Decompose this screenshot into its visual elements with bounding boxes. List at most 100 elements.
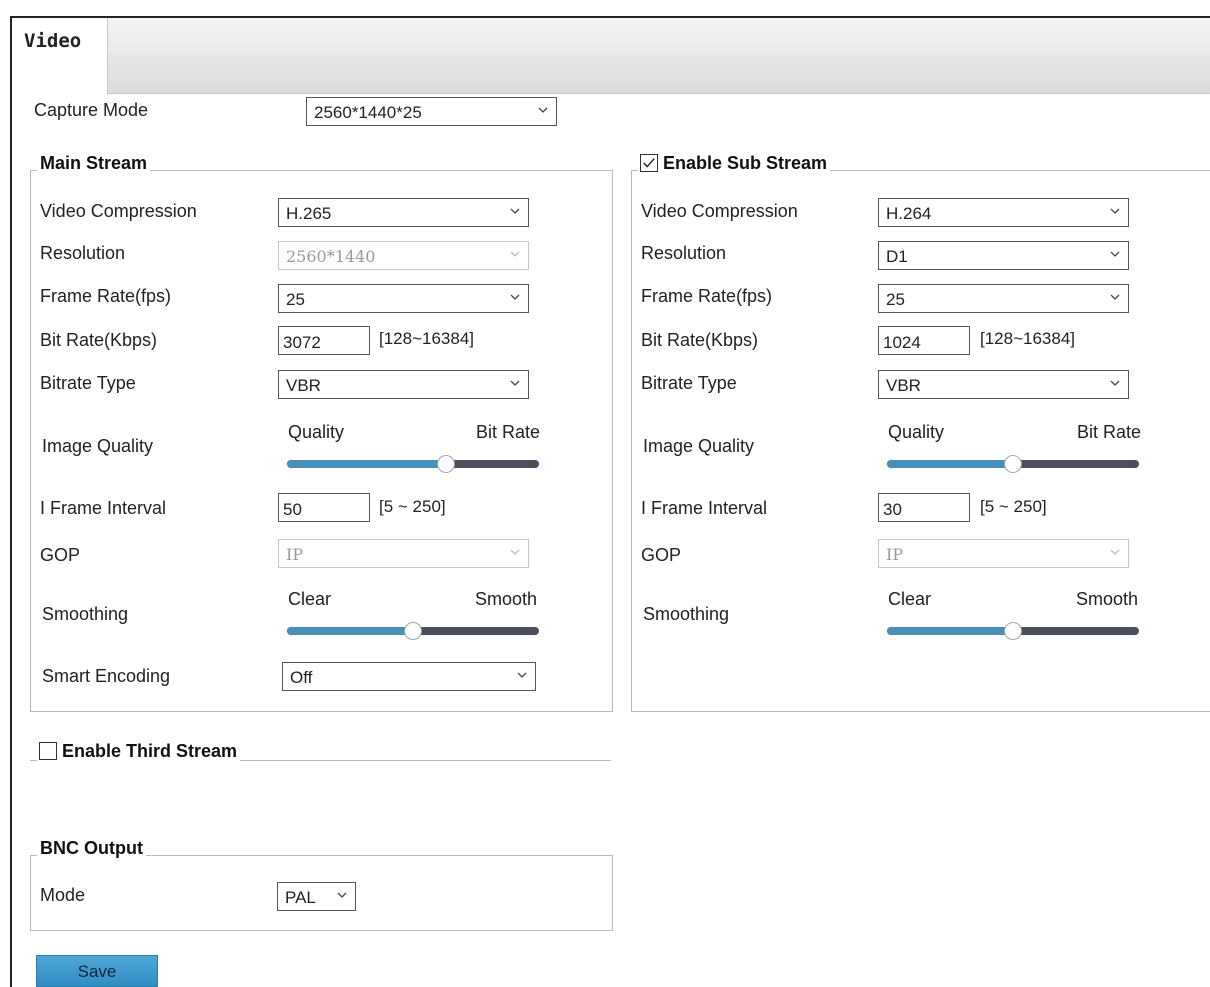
bnc-mode-value: PAL bbox=[285, 888, 316, 907]
sub-bit-rate-range: [128~16384] bbox=[980, 329, 1076, 348]
third-stream-legend: Enable Third Stream bbox=[37, 741, 241, 762]
bnc-output-legend: BNC Output bbox=[37, 838, 146, 859]
sub-image-quality-label: Image Quality bbox=[643, 436, 755, 456]
capture-mode-value: 2560*1440*25 bbox=[314, 103, 422, 122]
main-image-quality-label: Image Quality bbox=[42, 436, 154, 456]
capture-mode-label: Capture Mode bbox=[34, 100, 149, 120]
sub-gop-label: GOP bbox=[641, 545, 682, 565]
main-frame-rate-value: 25 bbox=[286, 290, 305, 309]
chevron-down-icon bbox=[337, 892, 347, 898]
chevron-down-icon bbox=[1110, 549, 1120, 555]
main-smoothing-left-label: Clear bbox=[288, 589, 332, 609]
main-stream-legend: Main Stream bbox=[37, 153, 151, 174]
sub-frame-rate-value: 25 bbox=[886, 290, 905, 309]
main-frame-rate-select[interactable]: 25 bbox=[278, 284, 529, 313]
sub-image-quality-thumb[interactable] bbox=[1004, 455, 1022, 473]
chevron-down-icon bbox=[1110, 208, 1120, 214]
sub-video-compression-select[interactable]: H.264 bbox=[878, 198, 1129, 227]
main-bit-rate-range: [128~16384] bbox=[379, 329, 475, 348]
chevron-down-icon bbox=[510, 251, 520, 257]
sub-resolution-label: Resolution bbox=[641, 243, 727, 263]
main-smoothing-fill bbox=[287, 627, 413, 635]
sub-frame-rate-select[interactable]: 25 bbox=[878, 284, 1129, 313]
main-resolution-label: Resolution bbox=[40, 243, 126, 263]
sub-smoothing-right-label: Smooth bbox=[1076, 589, 1139, 609]
sub-bitrate-type-label: Bitrate Type bbox=[641, 373, 737, 393]
sub-stream-legend: Enable Sub Stream bbox=[638, 153, 831, 174]
sub-bitrate-type-select[interactable]: VBR bbox=[878, 370, 1129, 399]
sub-image-quality-right-label: Bit Rate bbox=[1077, 422, 1142, 442]
main-resolution-value: 2560*1440 bbox=[286, 247, 376, 266]
capture-mode-select[interactable]: 2560*1440*25 bbox=[306, 97, 557, 126]
sub-gop-value: IP bbox=[886, 545, 904, 564]
main-image-quality-thumb[interactable] bbox=[436, 455, 455, 473]
main-frame-rate-label: Frame Rate(fps) bbox=[40, 286, 172, 306]
sub-frame-rate-label: Frame Rate(fps) bbox=[641, 286, 773, 306]
sub-video-compression-value: H.264 bbox=[886, 204, 932, 223]
sub-resolution-select[interactable]: D1 bbox=[878, 241, 1129, 270]
main-image-quality-right-label: Bit Rate bbox=[476, 422, 541, 442]
main-image-quality-left-label: Quality bbox=[288, 422, 345, 442]
bnc-mode-label: Mode bbox=[40, 885, 86, 905]
main-smart-encoding-select[interactable]: Off bbox=[282, 662, 536, 691]
main-smoothing-thumb[interactable] bbox=[404, 622, 422, 640]
main-video-compression-value: H.265 bbox=[286, 204, 332, 223]
sub-video-compression-label: Video Compression bbox=[641, 201, 798, 221]
main-bitrate-type-label: Bitrate Type bbox=[40, 373, 136, 393]
sub-bitrate-type-value: VBR bbox=[886, 376, 921, 395]
chevron-down-icon bbox=[538, 107, 548, 113]
chevron-down-icon bbox=[1110, 380, 1120, 386]
sub-smoothing-thumb[interactable] bbox=[1004, 622, 1022, 640]
chevron-down-icon bbox=[1110, 251, 1120, 257]
third-stream-checkbox[interactable] bbox=[39, 742, 57, 760]
main-i-frame-label: I Frame Interval bbox=[40, 498, 167, 518]
main-gop-select[interactable]: IP bbox=[278, 539, 529, 568]
sub-bit-rate-label: Bit Rate(Kbps) bbox=[641, 330, 759, 350]
check-icon bbox=[643, 158, 655, 168]
tab-video[interactable]: Video bbox=[12, 18, 108, 95]
main-bitrate-type-select[interactable]: VBR bbox=[278, 370, 529, 399]
chevron-down-icon bbox=[510, 208, 520, 214]
main-smoothing-right-label: Smooth bbox=[475, 589, 538, 609]
sub-i-frame-input[interactable]: 30 bbox=[878, 493, 970, 522]
sub-image-quality-fill bbox=[887, 460, 1013, 468]
sub-bit-rate-input[interactable]: 1024 bbox=[878, 326, 970, 355]
sub-smoothing-fill bbox=[887, 627, 1013, 635]
main-i-frame-range: [5 ~ 250] bbox=[379, 497, 446, 516]
chevron-down-icon bbox=[510, 549, 520, 555]
main-video-compression-label: Video Compression bbox=[40, 201, 197, 221]
bnc-mode-select[interactable]: PAL bbox=[277, 882, 356, 911]
chevron-down-icon bbox=[510, 294, 520, 300]
main-bit-rate-label: Bit Rate(Kbps) bbox=[40, 330, 158, 350]
main-image-quality-fill bbox=[287, 460, 446, 468]
chevron-down-icon bbox=[510, 380, 520, 386]
main-bitrate-type-value: VBR bbox=[286, 376, 321, 395]
save-button[interactable]: Save bbox=[36, 955, 158, 987]
sub-smoothing-label: Smoothing bbox=[643, 604, 730, 624]
main-smoothing-slider[interactable] bbox=[287, 622, 539, 640]
chevron-down-icon bbox=[1110, 294, 1120, 300]
main-gop-label: GOP bbox=[40, 545, 81, 565]
sub-image-quality-left-label: Quality bbox=[888, 422, 945, 442]
tab-bar bbox=[12, 18, 1210, 94]
main-image-quality-slider[interactable] bbox=[287, 455, 539, 473]
main-smart-encoding-label: Smart Encoding bbox=[42, 666, 171, 686]
sub-i-frame-range: [5 ~ 250] bbox=[980, 497, 1047, 516]
main-smart-encoding-value: Off bbox=[290, 668, 313, 687]
sub-i-frame-label: I Frame Interval bbox=[641, 498, 768, 518]
sub-stream-legend-text: Enable Sub Stream bbox=[663, 153, 828, 173]
main-i-frame-input[interactable]: 50 bbox=[278, 493, 370, 522]
main-bit-rate-input[interactable]: 3072 bbox=[278, 326, 370, 355]
main-smoothing-label: Smoothing bbox=[42, 604, 129, 624]
main-resolution-select[interactable]: 2560*1440 bbox=[278, 241, 529, 270]
third-stream-legend-text: Enable Third Stream bbox=[62, 741, 238, 761]
sub-stream-checkbox[interactable] bbox=[640, 154, 658, 172]
sub-smoothing-left-label: Clear bbox=[888, 589, 932, 609]
sub-image-quality-slider[interactable] bbox=[887, 455, 1139, 473]
sub-gop-select[interactable]: IP bbox=[878, 539, 1129, 568]
chevron-down-icon bbox=[517, 672, 527, 678]
sub-resolution-value: D1 bbox=[886, 247, 908, 266]
main-gop-value: IP bbox=[286, 545, 304, 564]
main-video-compression-select[interactable]: H.265 bbox=[278, 198, 529, 227]
sub-smoothing-slider[interactable] bbox=[887, 622, 1139, 640]
